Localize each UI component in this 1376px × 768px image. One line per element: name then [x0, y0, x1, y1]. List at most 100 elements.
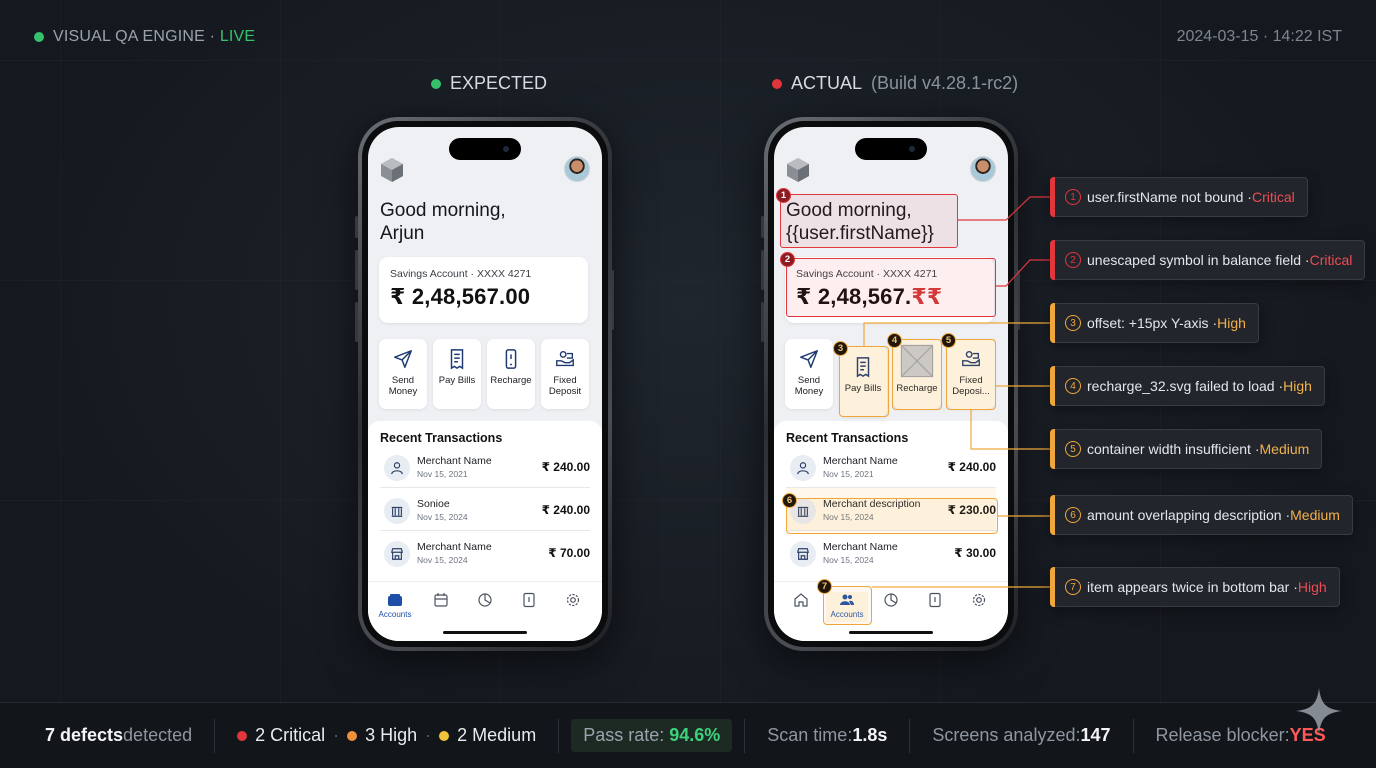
defect-7-highlight[interactable]: [823, 586, 872, 625]
defect-text: amount overlapping description ·: [1087, 507, 1291, 523]
defect-6-highlight[interactable]: [786, 498, 998, 534]
calendar-icon: [434, 593, 448, 607]
defect-callout-3[interactable]: 3 offset: +15px Y-axis · High: [1050, 303, 1259, 343]
transaction-amount: ₹ 240.00: [541, 460, 590, 474]
defect-callout-6[interactable]: 6 amount overlapping description · Mediu…: [1050, 495, 1353, 535]
defect-badge-7: 7: [817, 579, 832, 594]
actual-status-dot: [772, 78, 782, 89]
nav-home[interactable]: [784, 592, 818, 622]
defect-number: 4: [1065, 378, 1081, 394]
phone-icon: [505, 349, 517, 369]
defect-badge-4: 4: [887, 333, 902, 348]
bottom-nav: Accounts: [774, 581, 1008, 641]
pie-chart-icon: [478, 593, 492, 607]
defect-callout-5[interactable]: 5 container width insufficient · Medium: [1050, 429, 1323, 469]
gear-icon: [566, 593, 580, 607]
defect-callout-4[interactable]: 4 recharge_32.svg failed to load · High: [1050, 366, 1325, 406]
defect-badge-1: 1: [776, 188, 791, 203]
defect-text: unescaped symbol in balance field ·: [1087, 252, 1310, 268]
section-title: Recent Transactions: [786, 431, 909, 445]
nav-calendar[interactable]: [424, 592, 458, 622]
defect-callout-1[interactable]: 1 user.firstName not bound · Critical: [1050, 177, 1308, 217]
defect-2-highlight[interactable]: [786, 258, 996, 317]
engine-status: VISUAL QA ENGINE · LIVE: [34, 28, 255, 46]
store-icon: [384, 541, 410, 567]
send-icon: [394, 350, 412, 368]
greeting-line: Good morning,: [380, 200, 506, 221]
person-icon: [384, 455, 410, 481]
transaction-row[interactable]: Merchant Name Nov 15, 2021 ₹ 240.00: [786, 445, 996, 488]
defect-1-highlight[interactable]: [780, 194, 958, 248]
transaction-name: Merchant Name: [823, 541, 898, 553]
build-label: (Build v4.28.1-rc2): [871, 73, 1019, 93]
critical-count: 2 Critical: [255, 725, 326, 745]
expected-phone: Good morning, Arjun Savings Account · XX…: [358, 117, 612, 651]
wallet-icon: [388, 594, 402, 606]
nav-statements[interactable]: [512, 592, 546, 622]
nav-analytics[interactable]: [874, 592, 908, 622]
recharge-button[interactable]: Recharge: [487, 339, 535, 409]
home-indicator[interactable]: [443, 631, 527, 634]
sparkle-icon: [1296, 688, 1342, 734]
pay-bills-button[interactable]: Pay Bills: [433, 339, 481, 409]
transaction-name: Sonioe: [417, 498, 450, 510]
transaction-amount: ₹ 240.00: [947, 460, 996, 474]
nav-analytics[interactable]: [468, 592, 502, 622]
bank-logo-icon: [787, 158, 809, 182]
defect-5-highlight[interactable]: [946, 339, 996, 410]
defect-badge-3: 3: [833, 341, 848, 356]
defect-callout-2[interactable]: 2 unescaped symbol in balance field · Cr…: [1050, 240, 1366, 280]
medium-count: 2 Medium: [457, 725, 537, 745]
defect-3-highlight[interactable]: [839, 346, 889, 417]
defect-number: 5: [1065, 441, 1081, 457]
severity-label: Critical: [1309, 252, 1353, 268]
balance-card[interactable]: Savings Account · XXXX 4271 ₹ 2,48,567.0…: [379, 257, 588, 323]
nav-settings[interactable]: [556, 592, 590, 622]
defect-number: 1: [1065, 189, 1081, 205]
severity-breakdown: 2 Critical · 3 High · 2 Medium: [215, 718, 560, 753]
pie-chart-icon: [884, 593, 898, 607]
account-label: Savings Account · XXXX 4271: [390, 268, 532, 280]
bottom-nav: Accounts: [368, 581, 602, 641]
severity-label: High: [1283, 378, 1312, 394]
action-label: Recharge: [490, 375, 532, 386]
document-icon: [929, 592, 941, 608]
transaction-row[interactable]: Merchant Name Nov 15, 2021 ₹ 240.00: [380, 445, 590, 488]
defect-number: 2: [1065, 252, 1081, 268]
dynamic-island: [855, 138, 927, 160]
defect-number: 7: [1065, 579, 1081, 595]
defect-number: 6: [1065, 507, 1081, 523]
dynamic-island: [449, 138, 521, 160]
avatar[interactable]: [970, 156, 996, 182]
balance-amount: ₹ 2,48,567.00: [390, 284, 531, 309]
bank-icon: [384, 498, 410, 524]
nav-accounts[interactable]: Accounts: [378, 592, 412, 622]
high-dot: [347, 730, 358, 741]
home-icon: [794, 593, 808, 607]
user-name: Arjun: [380, 223, 425, 244]
nav-statements[interactable]: [918, 592, 952, 622]
fixed-deposit-button[interactable]: Fixed Deposit: [541, 339, 589, 409]
home-indicator[interactable]: [849, 631, 933, 634]
expected-status-dot: [431, 78, 441, 89]
defect-callout-7[interactable]: 7 item appears twice in bottom bar · Hig…: [1050, 567, 1340, 607]
action-label: Send Money: [794, 375, 824, 397]
transaction-name: Merchant Name: [417, 541, 492, 553]
defect-4-highlight[interactable]: [892, 339, 942, 410]
transaction-row[interactable]: Merchant Name Nov 15, 2024 ₹ 30.00: [786, 531, 996, 574]
transaction-row[interactable]: Sonioe Nov 15, 2024 ₹ 240.00: [380, 488, 590, 531]
transaction-name: Merchant Name: [823, 455, 898, 467]
send-money-button[interactable]: Send Money: [785, 339, 833, 409]
transaction-row[interactable]: Merchant Name Nov 15, 2024 ₹ 70.00: [380, 531, 590, 574]
expected-screen: Good morning, Arjun Savings Account · XX…: [368, 127, 602, 641]
transaction-date: Nov 15, 2021: [823, 469, 874, 479]
send-money-button[interactable]: Send Money: [379, 339, 427, 409]
defect-text: user.firstName not bound ·: [1087, 189, 1252, 205]
avatar[interactable]: [564, 156, 590, 182]
defect-text: offset: +15px Y-axis ·: [1087, 315, 1218, 331]
nav-settings[interactable]: [962, 592, 996, 622]
transaction-amount: ₹ 70.00: [548, 546, 590, 560]
pass-rate-value: 94.6%: [669, 725, 721, 745]
pass-rate: Pass rate: 94.6%: [559, 718, 746, 753]
transaction-date: Nov 15, 2024: [823, 555, 874, 565]
